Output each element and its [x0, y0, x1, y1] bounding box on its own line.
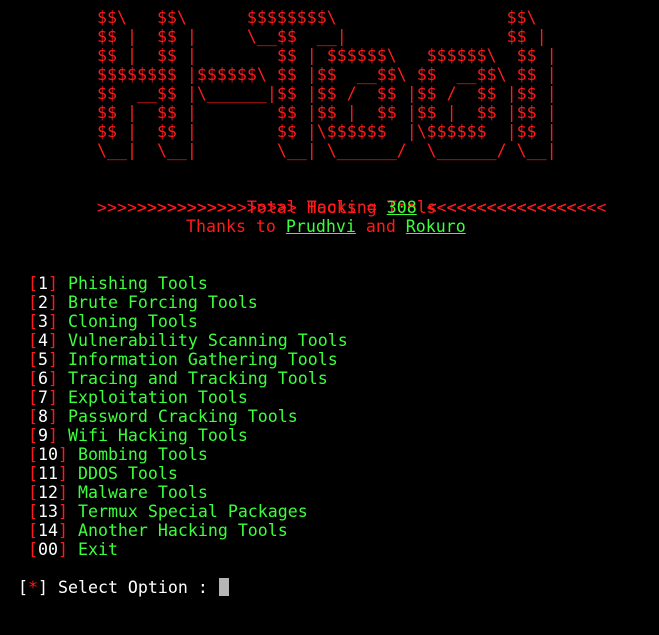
menu-item-bracket-open: [: [28, 369, 38, 388]
menu-item-bracket-close: ]: [48, 312, 68, 331]
menu-item-label: Brute Forcing Tools: [67, 293, 258, 312]
credits-and: and: [355, 217, 406, 236]
menu-item-number: 00: [38, 540, 58, 559]
menu-item-label: Cloning Tools: [67, 312, 198, 331]
prompt-star-icon: *: [28, 578, 38, 597]
text-cursor[interactable]: [218, 578, 229, 596]
menu-item-bracket-close: ]: [48, 426, 68, 445]
ascii-logo: $$\ $$\ $$$$$$$$\ $$\ $$ | $$ | \__$$ __…: [97, 8, 557, 160]
main-menu: [1] Phishing Tools [2] Brute Forcing Tool…: [28, 274, 348, 559]
menu-item-label: Phishing Tools: [67, 274, 208, 293]
menu-item-number: 5: [38, 350, 48, 369]
menu-item-bracket-open: [: [28, 502, 38, 521]
menu-item-bracket-open: [: [28, 426, 38, 445]
prompt-bracket-open: [: [18, 578, 28, 597]
menu-item-bracket-close: ]: [57, 445, 78, 464]
credits-line: Thanks to Prudhvi and Rokuro: [186, 217, 466, 236]
menu-item-00[interactable]: [00] Exit: [28, 540, 348, 559]
author-link-prudhvi[interactable]: Prudhvi: [286, 217, 356, 236]
menu-item-number: 4: [38, 331, 48, 350]
menu-item-label: Malware Tools: [77, 483, 208, 502]
menu-item-number: 13: [38, 502, 58, 521]
menu-item-label: Tracing and Tracking Tools: [67, 369, 328, 388]
menu-item-9[interactable]: [9] Wifi Hacking Tools: [28, 426, 348, 445]
total-tools-prefix: >>>>>>>>>>>>>> Total Tools =: [97, 198, 387, 217]
menu-item-bracket-close: ]: [57, 540, 78, 559]
prompt-label: Select Option :: [48, 578, 218, 597]
total-tools-suffix: <<<<<<<<<<<<<<<: [416, 198, 577, 217]
menu-item-bracket-open: [: [28, 540, 38, 559]
menu-item-label: Bombing Tools: [77, 445, 208, 464]
menu-item-bracket-close: ]: [57, 464, 78, 483]
menu-item-number: 12: [38, 483, 58, 502]
menu-item-14[interactable]: [14] Another Hacking Tools: [28, 521, 348, 540]
menu-item-bracket-open: [: [28, 445, 38, 464]
total-tools-count: 308: [386, 198, 417, 217]
menu-item-bracket-close: ]: [48, 274, 68, 293]
menu-item-bracket-open: [: [28, 350, 38, 369]
author-link-rokuro[interactable]: Rokuro: [406, 217, 466, 236]
menu-item-label: Password Cracking Tools: [67, 407, 298, 426]
select-option-prompt: [*] Select Option :: [18, 578, 229, 597]
menu-item-bracket-open: [: [28, 407, 38, 426]
menu-item-number: 6: [38, 369, 48, 388]
menu-item-1[interactable]: [1] Phishing Tools: [28, 274, 348, 293]
menu-item-bracket-open: [: [28, 388, 38, 407]
menu-item-bracket-close: ]: [48, 388, 68, 407]
credits-prefix: Thanks to: [186, 217, 286, 236]
menu-item-number: 1: [38, 274, 48, 293]
menu-item-bracket-close: ]: [57, 483, 78, 502]
menu-item-bracket-open: [: [28, 274, 38, 293]
menu-item-label: Exit: [77, 540, 118, 559]
menu-item-number: 8: [38, 407, 48, 426]
menu-item-6[interactable]: [6] Tracing and Tracking Tools: [28, 369, 348, 388]
menu-item-8[interactable]: [8] Password Cracking Tools: [28, 407, 348, 426]
menu-item-label: Information Gathering Tools: [67, 350, 338, 369]
menu-item-bracket-open: [: [28, 312, 38, 331]
prompt-bracket-close: ]: [38, 578, 48, 597]
menu-item-bracket-open: [: [28, 331, 38, 350]
total-tools-banner: >>>>>>>>>>>>>> Total Tools = 308 <<<<<<<…: [97, 198, 577, 217]
menu-item-10[interactable]: [10] Bombing Tools: [28, 445, 348, 464]
menu-item-label: DDOS Tools: [77, 464, 178, 483]
menu-item-number: 11: [38, 464, 58, 483]
menu-item-number: 3: [38, 312, 48, 331]
menu-item-label: Wifi Hacking Tools: [67, 426, 248, 445]
menu-item-number: 9: [38, 426, 48, 445]
menu-item-bracket-close: ]: [48, 293, 68, 312]
menu-item-number: 7: [38, 388, 48, 407]
menu-item-bracket-open: [: [28, 483, 38, 502]
menu-item-bracket-close: ]: [48, 369, 68, 388]
menu-item-bracket-close: ]: [57, 521, 78, 540]
menu-item-bracket-open: [: [28, 293, 38, 312]
menu-item-2[interactable]: [2] Brute Forcing Tools: [28, 293, 348, 312]
menu-item-number: 2: [38, 293, 48, 312]
menu-item-12[interactable]: [12] Malware Tools: [28, 483, 348, 502]
menu-item-3[interactable]: [3] Cloning Tools: [28, 312, 348, 331]
menu-item-bracket-close: ]: [48, 331, 68, 350]
menu-item-11[interactable]: [11] DDOS Tools: [28, 464, 348, 483]
menu-item-bracket-open: [: [28, 464, 38, 483]
menu-item-13[interactable]: [13] Termux Special Packages: [28, 502, 348, 521]
menu-item-4[interactable]: [4] Vulnerability Scanning Tools: [28, 331, 348, 350]
menu-item-bracket-close: ]: [48, 407, 68, 426]
menu-item-label: Exploitation Tools: [67, 388, 248, 407]
menu-item-bracket-open: [: [28, 521, 38, 540]
menu-item-bracket-close: ]: [57, 502, 78, 521]
terminal-window: $$\ $$\ $$$$$$$$\ $$\ $$ | $$ | \__$$ __…: [0, 0, 659, 635]
menu-item-7[interactable]: [7] Exploitation Tools: [28, 388, 348, 407]
menu-item-label: Termux Special Packages: [77, 502, 308, 521]
menu-item-number: 10: [38, 445, 58, 464]
menu-item-number: 14: [38, 521, 58, 540]
menu-item-5[interactable]: [5] Information Gathering Tools: [28, 350, 348, 369]
menu-item-bracket-close: ]: [48, 350, 68, 369]
menu-item-label: Another Hacking Tools: [77, 521, 288, 540]
menu-item-label: Vulnerability Scanning Tools: [67, 331, 348, 350]
